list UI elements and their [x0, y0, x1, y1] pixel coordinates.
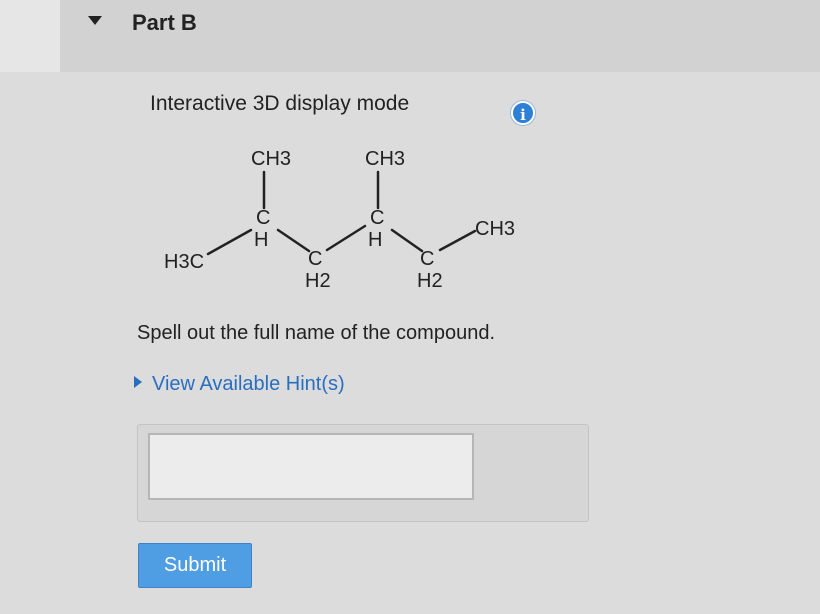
ch-2-c: C	[370, 207, 384, 229]
bond-ch-ch2	[390, 228, 424, 253]
ch2-1-h2: H2	[305, 270, 331, 292]
ch-1-c: C	[256, 207, 270, 229]
question-prompt: Spell out the full name of the compound.	[137, 322, 496, 344]
display-mode-label: Interactive 3D display mode	[150, 92, 410, 115]
collapse-toggle-icon[interactable]	[88, 16, 102, 25]
answer-input[interactable]	[148, 433, 474, 500]
submit-button[interactable]: Submit	[138, 543, 252, 588]
bond-ch1-ch2	[276, 228, 311, 253]
left-end-label: H3C	[164, 251, 204, 273]
ch-1-h: H	[254, 229, 268, 251]
branch-1-label: CH3	[251, 148, 291, 170]
expand-arrow-icon	[134, 376, 142, 388]
bond-left	[206, 228, 253, 256]
view-hints-link[interactable]: View Available Hint(s)	[134, 373, 345, 396]
ch-2-h: H	[368, 229, 382, 251]
part-title: Part B	[132, 10, 197, 35]
bond-right	[438, 229, 477, 252]
branch-2-label: CH3	[365, 148, 405, 170]
hint-label: View Available Hint(s)	[152, 373, 345, 395]
info-icon[interactable]: i	[511, 101, 535, 125]
right-end-label: CH3	[475, 218, 515, 240]
structural-formula: CH3 CH3 H3C CH3 C H C H C H2 C H2	[164, 148, 515, 292]
bond-ch2-ch	[325, 224, 367, 252]
ch2-2-h2: H2	[417, 270, 443, 292]
header-left-strip	[0, 0, 60, 72]
